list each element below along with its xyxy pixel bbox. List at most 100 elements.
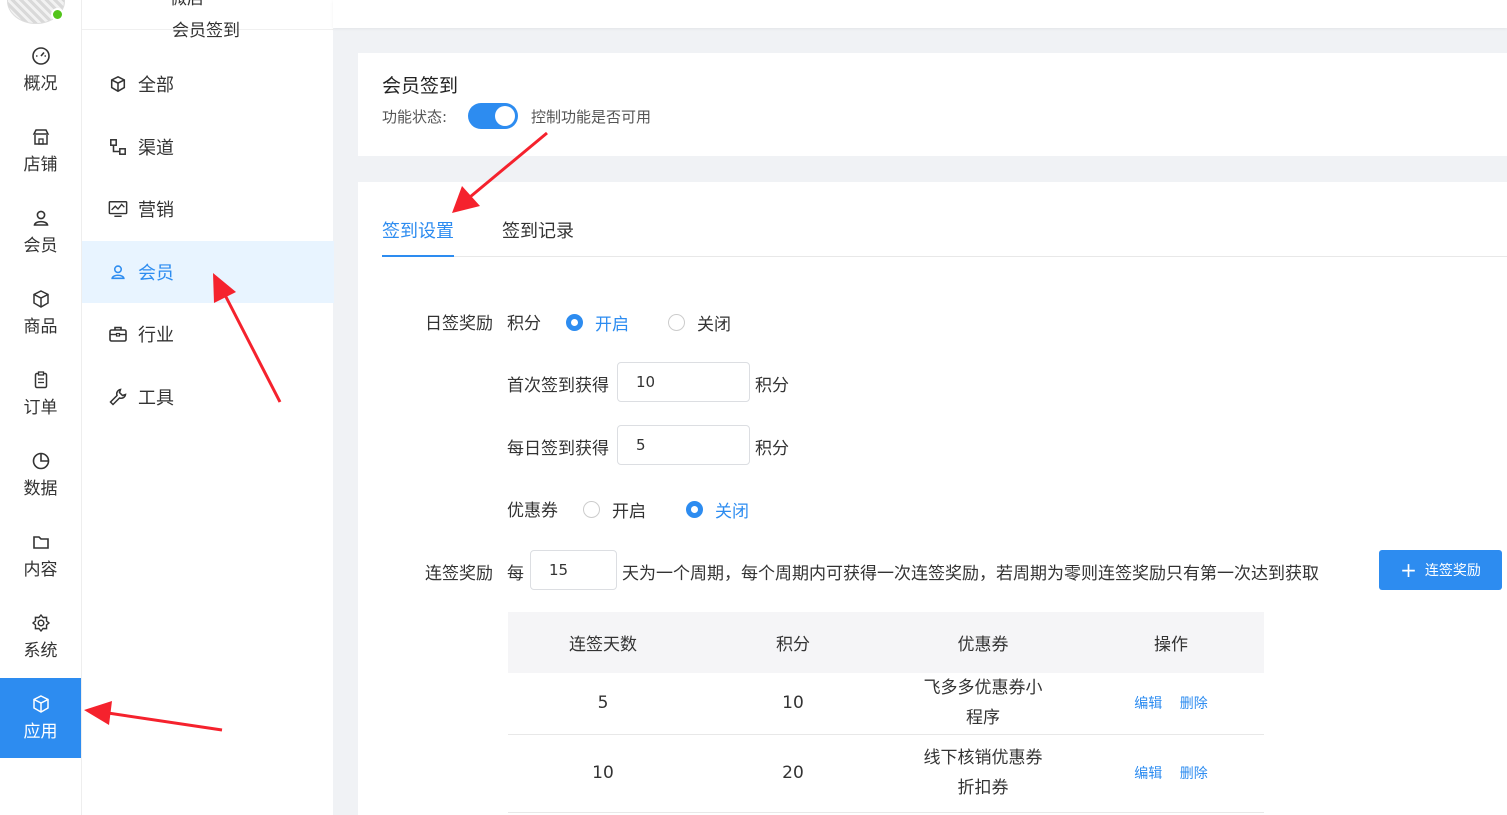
cell-coupon: 线下核销优惠券折扣券	[888, 734, 1078, 813]
radio-label: 关闭	[715, 502, 749, 522]
rail-item-data[interactable]: 数据	[0, 435, 81, 515]
streak-reward-table: 连签天数 积分 优惠券 操作 5 10 飞多多优惠券小程序 编辑 删除 10 2…	[508, 612, 1264, 813]
page-title: 会员签到	[382, 75, 459, 97]
wrench-icon	[108, 387, 128, 407]
cell-actions: 编辑 删除	[1078, 673, 1264, 735]
radio-label: 开启	[595, 315, 629, 335]
first-sign-points-input[interactable]	[617, 362, 750, 402]
cell-points: 20	[698, 734, 888, 813]
menu-item-label: 行业	[138, 325, 174, 346]
rail-item-apps[interactable]: 应用	[0, 678, 81, 758]
menu-item-label: 工具	[138, 388, 174, 409]
column-header: 连签天数	[508, 612, 698, 673]
channel-icon	[108, 137, 128, 157]
plus-icon: +	[1400, 558, 1417, 582]
streak-cycle-input[interactable]	[530, 550, 617, 590]
first-sign-unit: 积分	[755, 376, 789, 396]
radio-circle	[668, 314, 685, 331]
streak-description: 天为一个周期，每个周期内可获得一次连签奖励，若周期为零则连签奖励只有第一次达到获…	[622, 564, 1319, 584]
menu-item-label: 全部	[138, 75, 174, 96]
rail-item-system[interactable]: 系统	[0, 597, 81, 677]
daily-reward-label: 日签奖励	[425, 314, 493, 334]
daily-sign-points-input[interactable]	[617, 425, 750, 465]
add-streak-reward-button[interactable]: + 连签奖励	[1379, 550, 1502, 590]
rail-item-label: 系统	[23, 641, 58, 661]
icon-rail: 概况 店铺 会员 商品 订单 数据 内容 系统 应用	[0, 0, 81, 815]
rail-item-label: 店铺	[23, 155, 58, 175]
radio-circle	[566, 314, 583, 331]
rail-item-store[interactable]: 店铺	[0, 111, 81, 191]
button-label: 连签奖励	[1424, 563, 1481, 579]
feature-header-card: 会员签到 功能状态: 控制功能是否可用	[358, 53, 1507, 156]
cell-actions: 编辑 删除	[1078, 734, 1264, 813]
rail-item-goods[interactable]: 商品	[0, 273, 81, 353]
rail-item-label: 数据	[23, 479, 58, 499]
clipboard-icon	[31, 370, 51, 390]
shop-name: 微店	[170, 0, 204, 9]
menu-item-industry[interactable]: 行业	[82, 303, 334, 365]
menu-item-member[interactable]: 会员	[82, 241, 334, 303]
points-label: 积分	[507, 314, 541, 334]
rail-item-label: 订单	[23, 398, 58, 418]
cube-icon	[108, 74, 128, 94]
feature-status-toggle[interactable]	[468, 103, 518, 129]
table-row: 5 10 飞多多优惠券小程序 编辑 删除	[508, 673, 1264, 735]
radio-label: 关闭	[697, 315, 731, 335]
menu-item-all[interactable]: 全部	[82, 53, 334, 115]
column-header: 操作	[1078, 612, 1264, 673]
box-icon	[31, 289, 51, 309]
delete-link[interactable]: 删除	[1180, 766, 1208, 782]
rail-item-label: 概况	[23, 74, 58, 94]
rail-item-label: 应用	[23, 722, 58, 742]
online-badge	[51, 8, 64, 21]
menu-item-label: 营销	[138, 200, 174, 221]
status-hint: 控制功能是否可用	[531, 108, 652, 126]
radio-circle	[686, 501, 703, 518]
points-close-radio[interactable]: 关闭	[668, 310, 731, 335]
settings-card: 签到设置 签到记录 日签奖励 积分 开启 关闭 首次签到获得 积分 每日签到获得…	[358, 182, 1507, 815]
column-header: 积分	[698, 612, 888, 673]
menu-item-label: 会员	[138, 263, 174, 284]
coupon-open-radio[interactable]: 开启	[583, 497, 646, 522]
gear-icon	[31, 613, 51, 633]
radio-label: 开启	[612, 502, 646, 522]
rail-item-overview[interactable]: 概况	[0, 30, 81, 110]
top-bar	[333, 0, 1507, 28]
streak-every-label: 每	[507, 564, 524, 584]
tab-sign-records[interactable]: 签到记录	[502, 218, 574, 257]
column-header: 优惠券	[888, 612, 1078, 673]
coupon-label: 优惠券	[507, 501, 558, 521]
coupon-close-radio[interactable]: 关闭	[686, 497, 749, 522]
rail-item-label: 内容	[23, 560, 58, 580]
menu-item-marketing[interactable]: 营销	[82, 178, 334, 240]
table-row: 10 20 线下核销优惠券折扣券 编辑 删除	[508, 734, 1264, 813]
briefcase-icon	[108, 324, 128, 344]
menu-item-channel[interactable]: 渠道	[82, 116, 334, 178]
delete-link[interactable]: 删除	[1180, 696, 1208, 712]
daily-sign-label: 每日签到获得	[507, 439, 609, 459]
radio-circle	[583, 501, 600, 518]
rail-item-member[interactable]: 会员	[0, 192, 81, 272]
tab-sign-settings[interactable]: 签到设置	[382, 218, 454, 257]
rail-item-content[interactable]: 内容	[0, 516, 81, 596]
streak-reward-label: 连签奖励	[425, 564, 493, 584]
cell-coupon: 飞多多优惠券小程序	[888, 673, 1078, 735]
table-header-row: 连签天数 积分 优惠券 操作	[508, 612, 1264, 673]
points-open-radio[interactable]: 开启	[566, 310, 629, 335]
toggle-knob	[495, 106, 515, 126]
rail-item-label: 商品	[23, 317, 58, 337]
rail-item-label: 会员	[23, 236, 58, 256]
dashboard-icon	[31, 46, 51, 66]
menu-subtitle: 会员签到	[172, 21, 240, 41]
user-icon	[108, 262, 128, 282]
rail-item-order[interactable]: 订单	[0, 354, 81, 434]
edit-link[interactable]: 编辑	[1134, 766, 1162, 782]
store-icon	[31, 127, 51, 147]
cell-days: 5	[508, 673, 698, 735]
menu-item-tools[interactable]: 工具	[82, 366, 334, 428]
status-label: 功能状态:	[382, 108, 448, 126]
avatar[interactable]	[7, 0, 65, 24]
daily-sign-unit: 积分	[755, 439, 789, 459]
edit-link[interactable]: 编辑	[1134, 696, 1162, 712]
monitor-chart-icon	[108, 199, 128, 219]
